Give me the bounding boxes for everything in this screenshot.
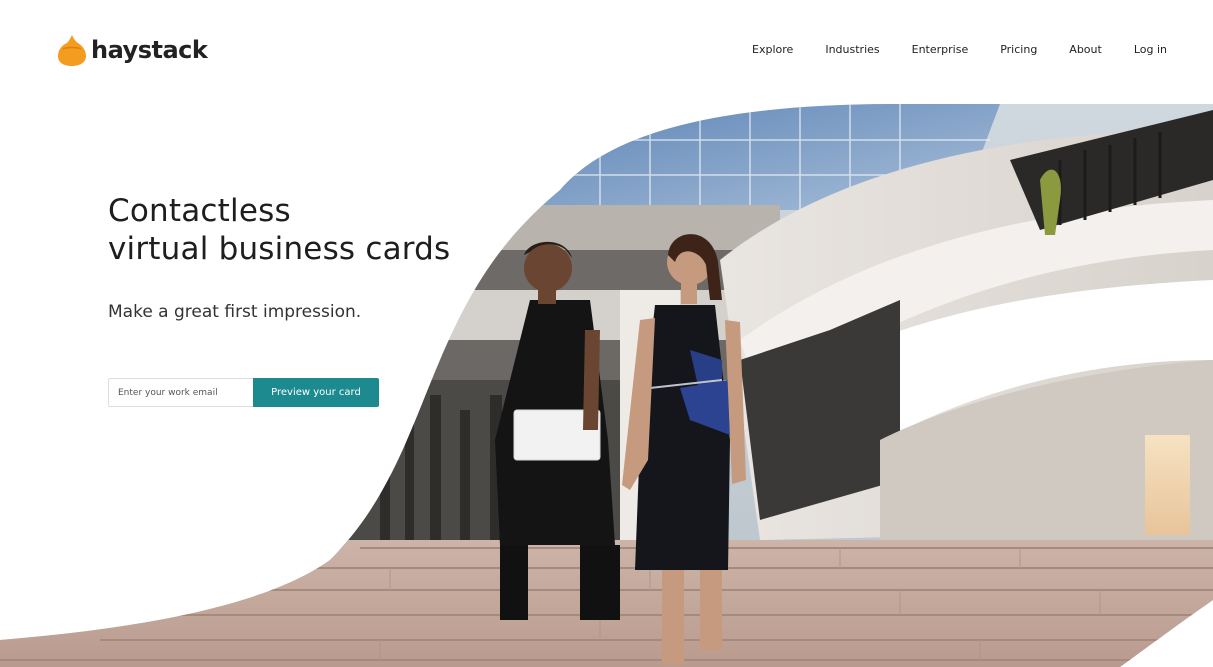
hero-subheadline: Make a great first impression. <box>108 302 362 322</box>
main-nav: Explore Industries Enterprise Pricing Ab… <box>752 43 1167 56</box>
nav-enterprise[interactable]: Enterprise <box>912 43 969 56</box>
hero-image <box>0 104 1213 667</box>
nav-industries[interactable]: Industries <box>825 43 879 56</box>
brand-name: haystack <box>91 36 208 64</box>
email-signup-form: Preview your card <box>108 378 379 407</box>
work-email-input[interactable] <box>108 378 253 407</box>
haystack-logo-icon <box>58 35 86 66</box>
nav-log-in[interactable]: Log in <box>1134 43 1167 56</box>
hero-headline-line-1: Contactless <box>108 193 291 229</box>
preview-card-button[interactable]: Preview your card <box>253 378 379 407</box>
landing-page: haystack Explore Industries Enterprise P… <box>0 0 1213 667</box>
hero-headline: Contactless virtual business cards <box>108 192 450 268</box>
nav-explore[interactable]: Explore <box>752 43 793 56</box>
hero-headline-line-2: virtual business cards <box>108 231 451 267</box>
nav-pricing[interactable]: Pricing <box>1000 43 1037 56</box>
nav-about[interactable]: About <box>1069 43 1102 56</box>
haystack-logo[interactable]: haystack <box>57 33 208 67</box>
